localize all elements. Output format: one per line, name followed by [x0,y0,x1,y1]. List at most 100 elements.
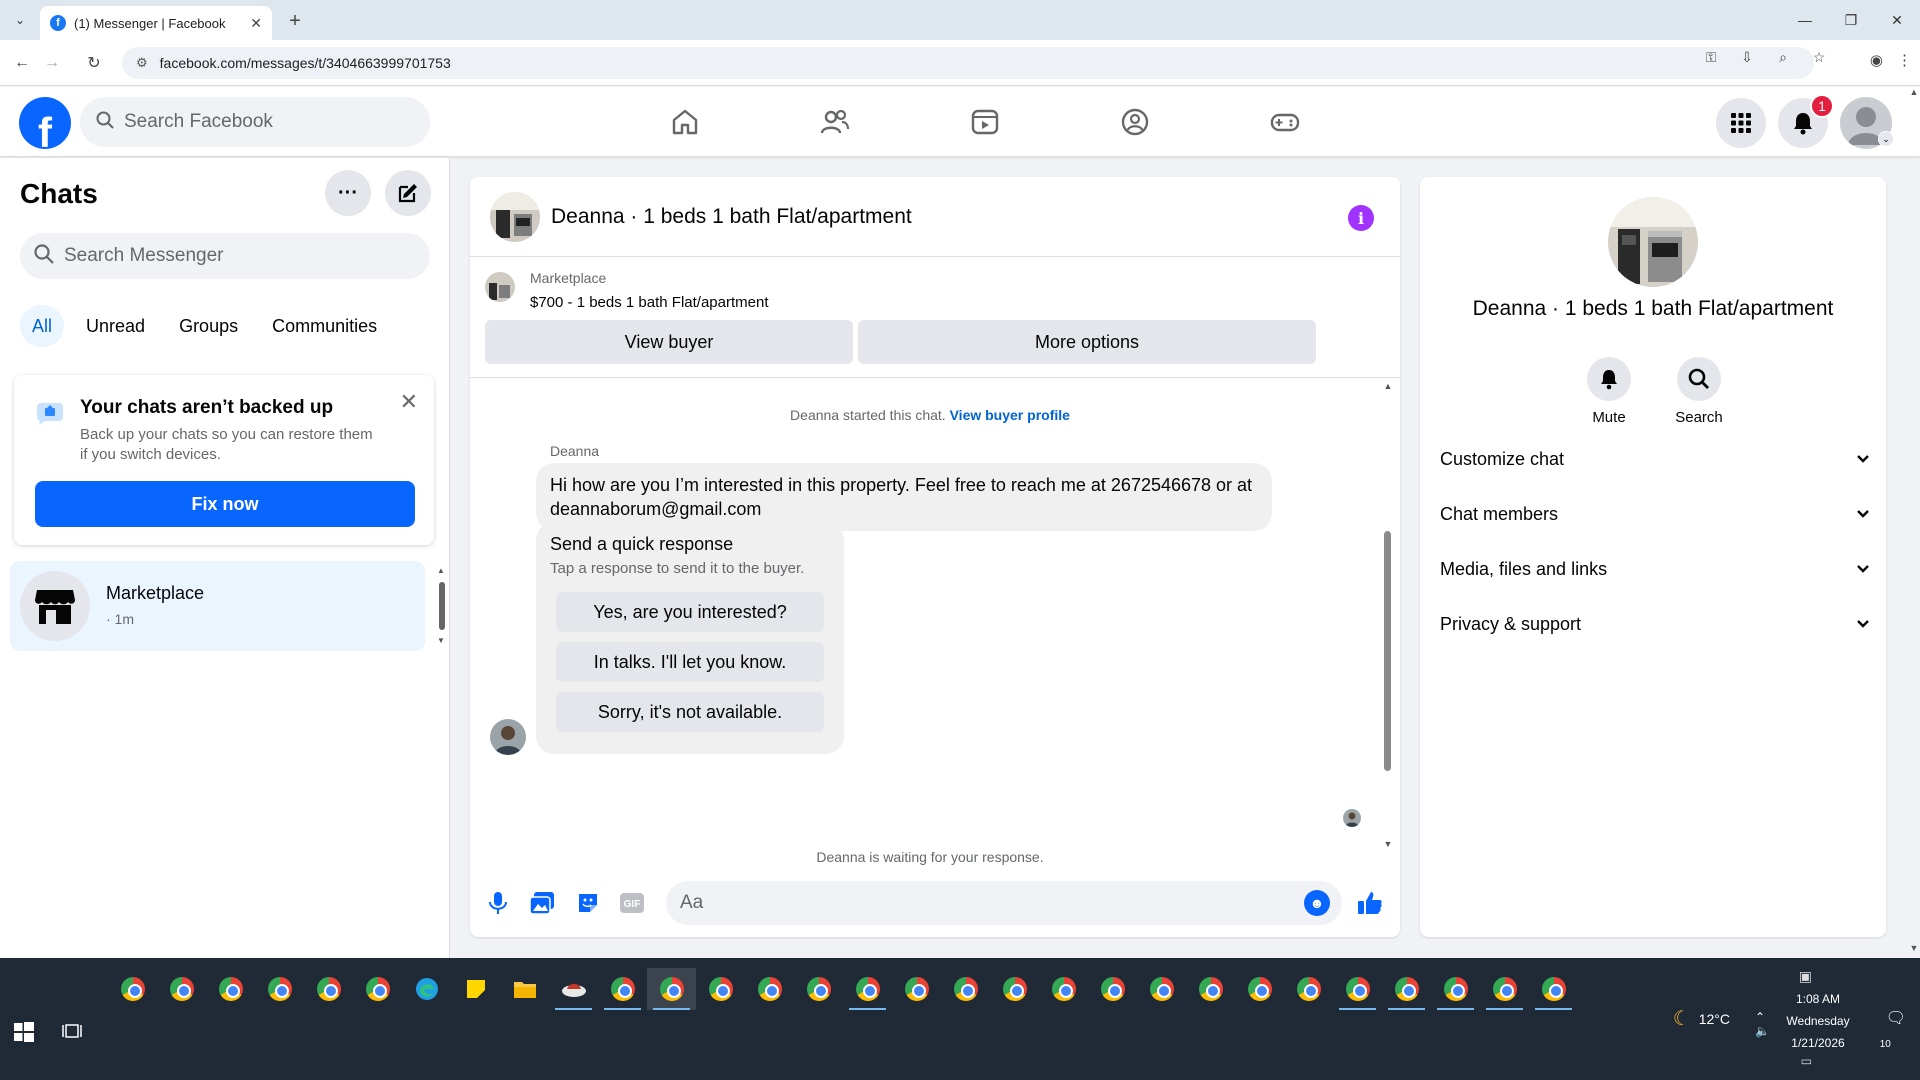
display-icon[interactable]: ▭ [1801,1054,1812,1068]
view-buyer-profile-link[interactable]: View buyer profile [950,407,1070,423]
taskbar-chrome-app[interactable] [1186,968,1235,1010]
sender-avatar[interactable] [490,719,526,755]
taskbar-chrome-app[interactable] [108,968,157,1010]
taskbar-chrome-app-active[interactable] [647,968,696,1010]
taskbar-chrome-app[interactable] [1333,968,1382,1010]
taskbar-chrome-app[interactable] [255,968,304,1010]
profile-icon[interactable]: ◉ [1870,51,1883,69]
scroll-down-arrow-icon[interactable]: ▼ [437,636,445,645]
taskbar-chrome-app[interactable] [1137,968,1186,1010]
taskbar-file-explorer-app[interactable] [500,968,549,1010]
taskbar-chrome-app[interactable] [990,968,1039,1010]
search-conversation-button[interactable]: Search [1654,357,1744,426]
tab-close-icon[interactable]: ✕ [250,15,262,32]
taskbar-chrome-app[interactable] [304,968,353,1010]
forward-button[interactable]: → [40,51,64,75]
notifications-button[interactable]: 1 [1778,94,1834,148]
photo-icon[interactable] [528,889,556,917]
scroll-down-arrow-icon[interactable]: ▼ [1908,943,1920,953]
chat-members-section[interactable]: Chat members [1440,494,1870,534]
video-icon[interactable] [910,97,1060,147]
taskbar-chrome-app[interactable] [892,968,941,1010]
filter-groups[interactable]: Groups [167,305,250,347]
quick-response-option[interactable]: In talks. I'll let you know. [556,642,824,682]
taskbar-chrome-app[interactable] [1480,968,1529,1010]
password-key-icon[interactable]: ⚿ [1700,46,1722,68]
install-app-icon[interactable]: ⇩ [1736,46,1758,68]
meet-now-icon[interactable]: ▣ [1799,968,1812,985]
filter-unread[interactable]: Unread [74,305,157,347]
menu-dots-icon[interactable]: ⋮ [1897,51,1912,69]
customize-chat-section[interactable]: Customize chat [1440,439,1870,479]
scroll-thumb[interactable] [1384,531,1391,771]
close-window-button[interactable]: ✕ [1874,0,1920,40]
fix-now-button[interactable]: Fix now [35,481,415,527]
clock[interactable]: 1:08 AM Wednesday 1/21/2026 [1778,988,1858,1054]
scroll-down-arrow-icon[interactable]: ▼ [1382,839,1394,849]
taskbar-chrome-app[interactable] [353,968,402,1010]
scroll-thumb[interactable] [439,582,445,630]
view-buyer-button[interactable]: View buyer [485,320,853,364]
message-input[interactable]: Aa ☻ [666,881,1342,925]
taskbar-chrome-app[interactable] [794,968,843,1010]
taskbar-chrome-app[interactable] [1529,968,1578,1010]
scroll-up-arrow-icon[interactable]: ▲ [1908,87,1920,97]
details-avatar[interactable] [1608,197,1698,287]
messenger-search-input[interactable]: Search Messenger [20,233,430,279]
filter-all[interactable]: All [20,305,65,347]
weather-widget[interactable]: ☾ 12°C [1673,1006,1730,1031]
taskbar-chrome-app[interactable] [1235,968,1284,1010]
taskbar-chrome-app[interactable] [1088,968,1137,1010]
taskbar-chrome-app[interactable] [206,968,255,1010]
taskbar-chrome-app[interactable] [1382,968,1431,1010]
groups-icon[interactable] [1060,97,1210,147]
page-scrollbar[interactable]: ▲ ▼ [1908,87,1920,957]
sidebar-scrollbar[interactable]: ▲ ▼ [437,566,447,646]
reload-button[interactable]: ↻ [82,51,106,75]
taskbar-chrome-app[interactable] [1431,968,1480,1010]
taskbar-sticky-notes-app[interactable] [451,968,500,1010]
taskbar-chrome-app[interactable] [157,968,206,1010]
sticker-icon[interactable] [574,889,602,917]
privacy-support-section[interactable]: Privacy & support [1440,604,1870,644]
message-bubble[interactable]: Hi how are you I’m interested in this pr… [536,463,1272,531]
task-view-button[interactable] [62,1022,82,1040]
scroll-up-arrow-icon[interactable]: ▲ [437,566,445,575]
account-button[interactable]: ⌄ [1840,97,1894,149]
gif-icon[interactable]: GIF [618,889,646,917]
filter-communities[interactable]: Communities [260,305,389,347]
back-button[interactable]: ← [10,51,34,75]
gaming-icon[interactable] [1210,97,1360,147]
taskbar-chrome-app[interactable] [696,968,745,1010]
mute-button[interactable]: Mute [1564,357,1654,426]
taskbar-app[interactable] [549,968,598,1010]
taskbar-chrome-app[interactable] [598,968,647,1010]
site-info-icon[interactable]: ⚙ [136,55,148,71]
taskbar-edge-app[interactable] [402,968,451,1010]
taskbar-chrome-app[interactable] [1284,968,1333,1010]
quick-response-option[interactable]: Sorry, it's not available. [556,692,824,732]
info-icon[interactable]: i [1348,205,1374,231]
taskbar-chrome-app[interactable] [843,968,892,1010]
scroll-up-arrow-icon[interactable]: ▲ [1382,381,1394,391]
facebook-logo-icon[interactable]: f [19,97,71,149]
zoom-icon[interactable]: ⌕ [1772,46,1794,68]
conversation-scrollbar[interactable]: ▲ ▼ [1382,381,1394,851]
new-tab-button[interactable]: + [282,8,308,34]
thumbs-up-icon[interactable] [1356,889,1384,917]
bookmark-star-icon[interactable]: ☆ [1808,46,1830,68]
tab-search-button[interactable]: ⌄ [8,8,32,32]
restore-button[interactable]: ❐ [1828,0,1874,40]
minimize-button[interactable]: — [1782,0,1828,40]
home-icon[interactable] [610,97,760,147]
menu-grid-button[interactable] [1716,98,1766,148]
windows-start-button[interactable] [14,1022,34,1042]
taskbar-chrome-app[interactable] [1039,968,1088,1010]
taskbar-chrome-app[interactable] [745,968,794,1010]
media-files-links-section[interactable]: Media, files and links [1440,549,1870,589]
emoji-icon[interactable]: ☻ [1304,890,1330,916]
browser-tab[interactable]: f (1) Messenger | Facebook ✕ [40,6,272,40]
more-options-button[interactable]: More options [858,320,1316,364]
facebook-search-input[interactable]: Search Facebook [80,97,430,147]
action-center-button[interactable]: 🗨 10 [1880,1008,1906,1050]
